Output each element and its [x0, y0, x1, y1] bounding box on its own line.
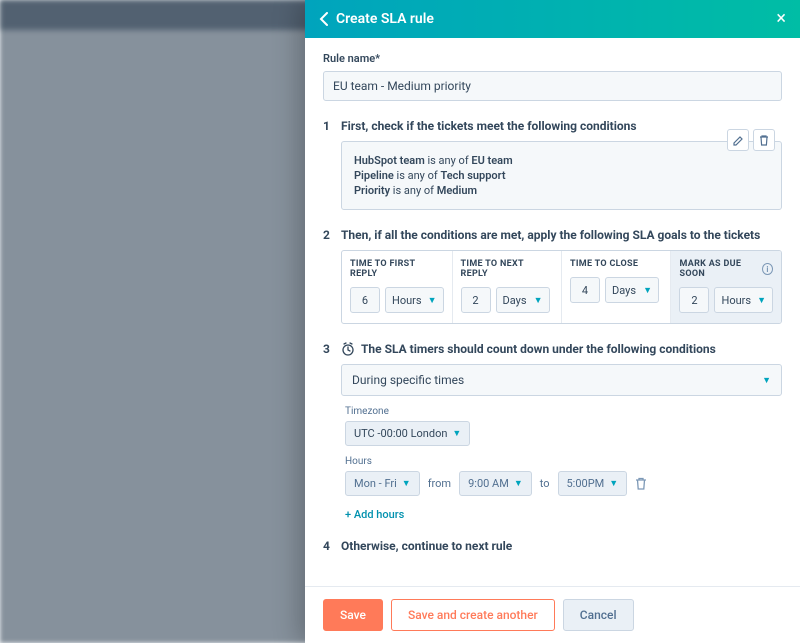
goal-unit-select[interactable]: Days▼: [605, 277, 659, 303]
chevron-down-icon: ▼: [452, 428, 461, 439]
condition-line: HubSpot team is any of EU team: [354, 154, 769, 167]
goal-header: MARK AS DUE SOONi: [679, 259, 773, 279]
section1-title: First, check if the tickets meet the fol…: [341, 119, 782, 133]
chevron-down-icon: ▼: [609, 478, 618, 489]
goal-header: TIME TO NEXT REPLY: [461, 259, 553, 279]
delete-conditions-icon[interactable]: [753, 129, 775, 151]
goal-number-input[interactable]: 2: [461, 287, 491, 313]
info-icon[interactable]: i: [762, 263, 773, 275]
chevron-down-icon: ▼: [643, 285, 652, 296]
step-number: 1: [323, 119, 341, 210]
condition-line: Pipeline is any of Tech support: [354, 169, 769, 182]
timezone-select[interactable]: UTC -00:00 London ▼: [345, 421, 470, 446]
panel-footer: Save Save and create another Cancel: [305, 586, 800, 643]
delete-hours-icon[interactable]: [635, 477, 647, 490]
clock-icon: [341, 342, 355, 356]
chevron-down-icon: ▼: [402, 478, 411, 489]
days-select[interactable]: Mon - Fri ▼: [345, 471, 420, 496]
section4-title: Otherwise, continue to next rule: [341, 539, 782, 553]
goal-column: MARK AS DUE SOONi 2Hours▼: [671, 251, 781, 323]
chevron-down-icon: ▼: [762, 375, 771, 386]
goal-number-input[interactable]: 4: [570, 277, 600, 303]
step-number: 2: [323, 228, 341, 324]
goal-column: TIME TO NEXT REPLY 2Days▼: [453, 251, 562, 323]
save-button[interactable]: Save: [323, 599, 383, 631]
chevron-down-icon: ▼: [534, 295, 543, 306]
from-label: from: [428, 477, 451, 490]
timezone-label: Timezone: [345, 406, 778, 417]
hours-label: Hours: [345, 456, 778, 467]
chevron-down-icon: ▼: [757, 295, 766, 306]
to-label: to: [540, 477, 550, 490]
countdown-mode-select[interactable]: During specific times ▼: [341, 364, 782, 396]
goal-unit-select[interactable]: Days▼: [496, 287, 550, 313]
sla-goals-grid: TIME TO FIRST REPLY6Hours▼TIME TO NEXT R…: [341, 250, 782, 324]
goal-column: TIME TO CLOSE 4Days▼: [562, 251, 671, 323]
add-hours-link[interactable]: + Add hours: [345, 508, 404, 521]
back-icon[interactable]: [319, 12, 328, 26]
goal-unit-select[interactable]: Hours▼: [385, 287, 444, 313]
panel-header: Create SLA rule ×: [305, 0, 800, 38]
rule-name-label: Rule name*: [323, 52, 782, 65]
goal-header: TIME TO FIRST REPLY: [350, 259, 444, 279]
rule-name-input[interactable]: [323, 71, 782, 101]
to-time-select[interactable]: 5:00PM ▼: [558, 471, 628, 496]
condition-line: Priority is any of Medium: [354, 184, 769, 197]
cancel-button[interactable]: Cancel: [563, 599, 634, 631]
goal-header: TIME TO CLOSE: [570, 259, 662, 269]
conditions-box: HubSpot team is any of EU team Pipeline i…: [341, 141, 782, 210]
close-icon[interactable]: ×: [776, 10, 786, 28]
goal-number-input[interactable]: 6: [350, 287, 380, 313]
save-create-another-button[interactable]: Save and create another: [391, 599, 555, 631]
section3-title: The SLA timers should count down under t…: [341, 342, 782, 356]
chevron-down-icon: ▼: [428, 295, 437, 306]
goal-column: TIME TO FIRST REPLY 6Hours▼: [342, 251, 453, 323]
goal-unit-select[interactable]: Hours▼: [714, 287, 773, 313]
goal-number-input[interactable]: 2: [679, 287, 709, 313]
from-time-select[interactable]: 9:00 AM ▼: [459, 471, 532, 496]
step-number: 3: [323, 342, 341, 521]
sla-panel: Create SLA rule × Rule name* 1 First, ch…: [305, 0, 800, 643]
section2-title: Then, if all the conditions are met, app…: [341, 228, 782, 242]
panel-title: Create SLA rule: [336, 11, 434, 27]
step-number: 4: [323, 539, 341, 561]
chevron-down-icon: ▼: [514, 478, 523, 489]
edit-conditions-icon[interactable]: [727, 129, 749, 151]
